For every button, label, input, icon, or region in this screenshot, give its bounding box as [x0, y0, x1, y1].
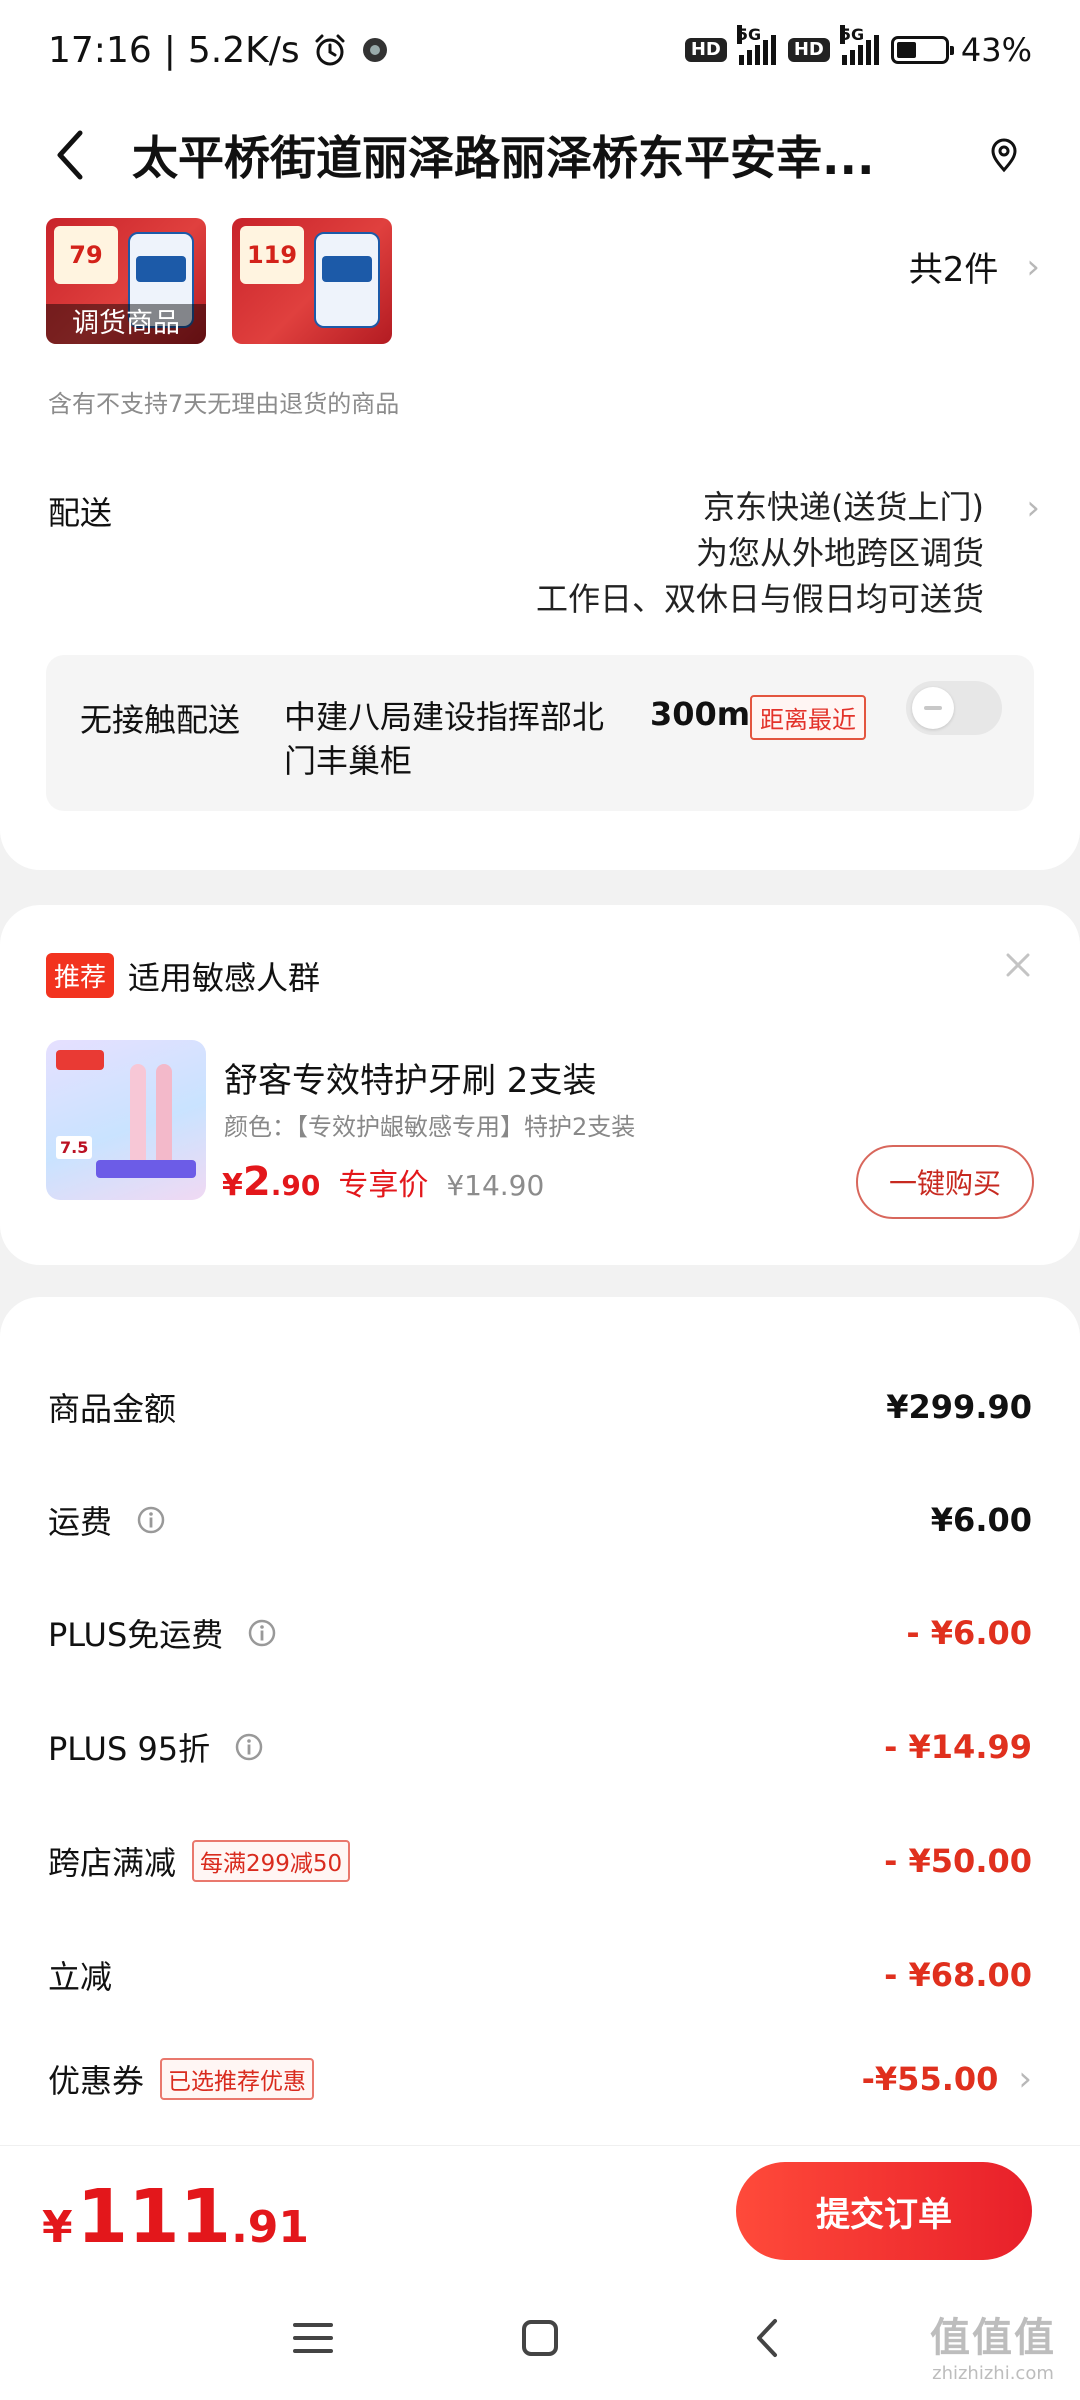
chevron-right-icon: ›	[1018, 2059, 1032, 2099]
delivery-address-title[interactable]: 太平桥街道丽泽路丽泽桥东平安幸...	[132, 122, 962, 188]
coupon-selected-tag: 已选推荐优惠	[160, 2058, 315, 2100]
row-label: PLUS 95折	[48, 1730, 211, 1768]
row-value: - ¥14.99	[884, 1728, 1032, 1766]
product-price-tag: 119	[240, 226, 304, 284]
breakdown-row-plus-discount: PLUS 95折 - ¥14.99	[48, 1717, 1032, 1777]
row-label: 商品金额	[48, 1390, 177, 1428]
transfer-goods-label: 调货商品	[46, 304, 206, 344]
one-click-buy-button[interactable]: 一键购买	[856, 1145, 1034, 1219]
battery-icon	[890, 36, 954, 64]
row-label: 运费	[48, 1503, 113, 1541]
recommended-product-name[interactable]: 舒客专效特护牙刷 2支装	[224, 1053, 596, 1102]
recommended-product-image[interactable]: 7.5	[46, 1040, 206, 1200]
contactless-toggle[interactable]	[906, 681, 1002, 735]
product-thumbnail-1[interactable]: 79 调货商品	[46, 218, 206, 344]
signal-icon-sim2: 5G	[839, 25, 879, 65]
row-value: ¥299.90	[886, 1388, 1032, 1426]
chevron-right-icon: ›	[1026, 246, 1040, 287]
info-icon[interactable]	[136, 1505, 166, 1535]
row-value: - ¥50.00	[884, 1842, 1032, 1880]
thumb-price-sticker: 7.5	[56, 1136, 93, 1159]
site-watermark: 值值值 zhizhizhi.com	[930, 2305, 1056, 2384]
product-bottle-image	[314, 232, 380, 328]
menu-icon[interactable]	[273, 2298, 353, 2378]
item-count-link[interactable]: 共2件 ›	[909, 242, 1040, 291]
promo-tag: 每满299减50	[192, 1840, 351, 1882]
delivery-schedule: 工作日、双休日与假日均可送货	[535, 580, 984, 618]
breakdown-row-shipping: 运费 ¥6.00	[48, 1490, 1032, 1550]
pickup-locker-location: 中建八局建设指挥部北门丰巢柜	[284, 698, 605, 780]
recommend-badge: 推荐	[46, 953, 115, 998]
exclusive-price: ¥2.90	[222, 1159, 321, 1205]
toggle-knob	[912, 687, 954, 729]
hd-badge-sim1: HD	[684, 38, 727, 62]
checkout-bar: ¥111.91 提交订单	[0, 2145, 1080, 2275]
watermark-url: zhizhizhi.com	[932, 2363, 1054, 2384]
product-thumbnails[interactable]: 79 调货商品 119	[46, 218, 392, 344]
breakdown-row-instant-discount: 立减 - ¥68.00	[48, 1945, 1032, 2005]
network-type-sim1: 5G	[736, 25, 762, 44]
original-price: ¥14.90	[446, 1169, 545, 1202]
back-arrow-icon[interactable]	[40, 125, 100, 185]
back-icon[interactable]	[727, 2298, 807, 2378]
hd-badge-sim2: HD	[787, 38, 830, 62]
alarm-icon	[312, 32, 348, 68]
status-net-speed: 5.2K/s	[187, 29, 300, 71]
status-bar: 17:16 | 5.2K/s HD 5G HD 5G 43%	[0, 0, 1080, 100]
product-price-tag: 79	[54, 226, 118, 284]
row-label: 优惠券	[48, 2062, 145, 2100]
recommendation-card: 推荐 适用敏感人群 7.5 舒客专效特护牙刷 2支装 颜色：【专效护龈敏感专用】…	[0, 905, 1080, 1265]
row-label: 立减	[48, 1958, 113, 1996]
row-value: - ¥6.00	[906, 1614, 1032, 1652]
address-header: 太平桥街道丽泽路丽泽桥东平安幸...	[0, 100, 1080, 210]
pickup-distance: 300m	[650, 695, 751, 733]
recommend-title: 适用敏感人群	[128, 959, 321, 997]
info-icon[interactable]	[247, 1618, 277, 1648]
breakdown-row-goods-amount: 商品金额 ¥299.90	[48, 1377, 1032, 1437]
recommended-product-spec: 颜色：【专效护龈敏感专用】特护2支装	[224, 1113, 636, 1141]
order-items-card: 79 调货商品 119 共2件 › 含有不支持7天无理由退货的商品 配送 京东快…	[0, 210, 1080, 870]
status-time: 17:16	[48, 29, 152, 71]
delivery-transfer-note: 为您从外地跨区调货	[695, 534, 984, 572]
info-icon[interactable]	[234, 1732, 264, 1762]
row-value: - ¥68.00	[884, 1956, 1032, 1994]
row-value: ¥6.00	[930, 1501, 1032, 1539]
close-icon[interactable]	[996, 943, 1040, 987]
breakdown-row-plus-free-shipping: PLUS免运费 - ¥6.00	[48, 1603, 1032, 1663]
status-right: HD 5G HD 5G 43%	[684, 25, 1032, 69]
app-notification-icon	[360, 35, 390, 65]
system-nav-bar: 值值值 zhizhizhi.com	[0, 2275, 1080, 2400]
item-count-label: 共2件	[908, 250, 999, 290]
status-divider: |	[163, 29, 176, 71]
product-thumbnail-2[interactable]: 119	[232, 218, 392, 344]
row-label: 跨店满减	[48, 1844, 177, 1882]
contactless-label: 无接触配送	[80, 701, 241, 739]
delivery-method-info[interactable]: 京东快递(送货上门) 为您从外地跨区调货 工作日、双休日与假日均可送货	[536, 484, 984, 622]
row-label: PLUS免运费	[48, 1616, 224, 1654]
breakdown-row-coupon[interactable]: 优惠券 已选推荐优惠 -¥55.00 ›	[48, 2049, 1032, 2109]
order-total: ¥111.91	[42, 2174, 310, 2260]
breakdown-row-cross-store-discount: 跨店满减 每满299减50 - ¥50.00	[48, 1831, 1032, 1891]
exclusive-price-label: 专享价	[338, 1168, 429, 1203]
chevron-right-icon[interactable]: ›	[1026, 488, 1040, 528]
row-value: -¥55.00	[861, 2060, 999, 2098]
nearest-badge: 距离最近	[750, 695, 866, 740]
location-pin-icon[interactable]	[980, 131, 1028, 179]
network-type-sim2: 5G	[839, 25, 865, 44]
home-icon[interactable]	[500, 2298, 580, 2378]
status-left: 17:16 | 5.2K/s	[48, 30, 390, 71]
contactless-delivery-box: 无接触配送 中建八局建设指挥部北门丰巢柜 300m 距离最近	[46, 655, 1034, 811]
battery-percent: 43%	[960, 31, 1032, 69]
delivery-label: 配送	[48, 494, 113, 532]
submit-order-button[interactable]: 提交订单	[736, 2162, 1032, 2260]
signal-icon-sim1: 5G	[736, 25, 776, 65]
recommended-price-row: ¥2.90 专享价 ¥14.90	[222, 1159, 544, 1205]
return-policy-note: 含有不支持7天无理由退货的商品	[48, 390, 400, 418]
delivery-method: 京东快递(送货上门)	[703, 488, 984, 526]
watermark-logo: 值值值	[930, 2315, 1056, 2361]
